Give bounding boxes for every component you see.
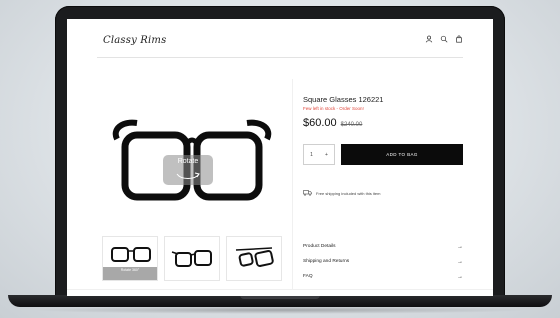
footer-divider [67,289,493,290]
accordion-faq[interactable]: FAQ → [303,269,463,284]
glasses-side-icon [235,247,274,267]
arrow-right-icon: → [457,243,463,250]
product-accordion: Product Details → Shipping and Returns →… [303,239,463,284]
accordion-label: FAQ [303,274,313,279]
search-icon[interactable] [440,35,448,43]
accordion-label: Shipping and Returns [303,259,350,264]
thumbnail-2[interactable] [164,236,220,281]
stock-note: Few left in stock - Order Soon! [303,106,364,111]
bag-icon[interactable] [455,35,463,43]
old-price: $240.00 [340,122,363,128]
arrow-right-icon: → [457,273,463,280]
rotate-360-control[interactable]: Rotate [163,155,213,185]
rotate-arrows-icon [176,172,200,179]
accordion-product-details[interactable]: Product Details → [303,239,463,254]
glasses-front-icon [111,247,151,262]
shipping-note: Free shipping included with this item [316,190,381,196]
product-title: Square Glasses 126221 [303,95,384,104]
thumbnail-1-label: Rotate 360° [103,267,157,280]
quantity-plus-button[interactable]: + [325,152,328,158]
thumbnail-3[interactable] [226,236,282,281]
laptop-shadow [30,306,530,314]
accordion-shipping-returns[interactable]: Shipping and Returns → [303,254,463,269]
quantity-stepper[interactable]: 1 + [303,144,335,165]
rotate-label: Rotate [177,158,199,165]
thumbnail-strip: Rotate 360° [102,236,282,281]
shipping-info: Free shipping included with this item [303,190,380,196]
website-screen: Classy Rims Rotate Rotate 360° Square Gl… [67,19,493,296]
site-logo[interactable]: Classy Rims [103,35,166,46]
thumbnail-1[interactable]: Rotate 360° [102,236,158,281]
header-actions [425,35,463,43]
quantity-value[interactable]: 1 [310,152,313,158]
arrow-right-icon: → [457,258,463,265]
truck-icon [303,190,312,196]
add-to-bag-button[interactable]: ADD TO BAG [341,144,463,165]
column-divider [292,79,293,289]
glasses-angle-icon [171,250,212,267]
price-row: $60.00 $240.00 [303,117,362,129]
current-price: $60.00 [303,117,337,129]
accordion-label: Product Details [303,244,336,249]
account-icon[interactable] [425,35,433,43]
header-divider [97,57,463,58]
